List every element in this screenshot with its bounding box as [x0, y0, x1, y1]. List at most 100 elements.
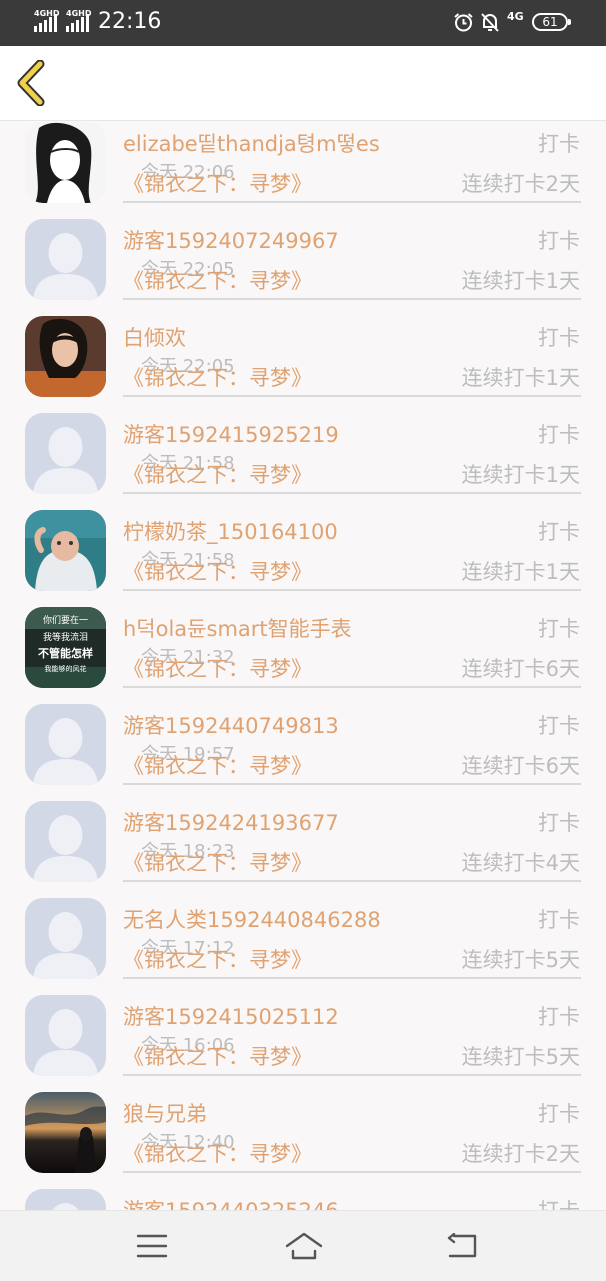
user-name[interactable]: 白倾欢	[123, 322, 235, 352]
checkin-row[interactable]: 游客1592407249967 今天 22:05 打卡 《锦衣之下：寻梦》 连续打卡1天	[0, 217, 606, 314]
checkin-label: 打卡	[538, 229, 580, 253]
svg-text:我能够的风花: 我能够的风花	[45, 664, 87, 673]
checkin-row[interactable]: 你们要在一 我等我流泪 不管能怎样 我能够的风花 h덕ola듄smart智能手表…	[0, 605, 606, 702]
checkin-row[interactable]: 游客1592440325246今天 12:11 打卡	[0, 1187, 606, 1210]
row-divider	[123, 589, 581, 591]
book-title[interactable]: 《锦衣之下：寻梦》	[123, 847, 312, 877]
user-name[interactable]: 柠檬奶茶_150164100	[123, 516, 338, 546]
avatar[interactable]	[25, 510, 106, 591]
avatar[interactable]	[25, 1092, 106, 1173]
book-title[interactable]: 《锦衣之下：寻梦》	[123, 653, 312, 683]
row-divider	[123, 783, 581, 785]
book-title[interactable]: 《锦衣之下：寻梦》	[123, 556, 312, 586]
status-bar: 4GHD 4GHD 22:16 4G 61	[0, 0, 606, 46]
checkin-row[interactable]: 白倾欢 今天 22:05 打卡 《锦衣之下：寻梦》 连续打卡1天	[0, 314, 606, 411]
checkin-label: 打卡	[538, 908, 580, 932]
svg-text:你们要在一: 你们要在一	[43, 614, 88, 626]
checkin-label: 打卡	[538, 1102, 580, 1126]
checkin-label: 打卡	[538, 423, 580, 447]
avatar[interactable]	[25, 122, 106, 203]
streak-count: 连续打卡4天	[461, 851, 580, 875]
back-icon[interactable]	[446, 1233, 478, 1259]
checkin-label: 打卡	[538, 1005, 580, 1029]
user-name[interactable]: 游客1592440749813	[123, 710, 339, 740]
avatar[interactable]	[25, 316, 106, 397]
book-title[interactable]: 《锦衣之下：寻梦》	[123, 459, 312, 489]
user-name[interactable]: 游客1592415925219	[123, 419, 339, 449]
checkin-label: 打卡	[538, 326, 580, 350]
row-divider	[123, 977, 581, 979]
row-divider	[123, 298, 581, 300]
row-heading: 游客1592440325246今天 12:11	[123, 1195, 339, 1210]
checkin-list[interactable]: elizabe띹thandja텽m떻es 今天 22:06 打卡 《锦衣之下：寻梦》连…	[0, 120, 606, 1210]
top-navbar	[0, 46, 606, 121]
streak-count: 连续打卡5天	[461, 948, 580, 972]
avatar[interactable]	[25, 1189, 106, 1210]
alarm-icon	[454, 13, 473, 32]
user-name[interactable]: 游客1592424193677	[123, 807, 339, 837]
clock: 22:16	[98, 9, 162, 34]
signal-strength-icon: 4GHD	[66, 9, 91, 32]
avatar[interactable]	[25, 413, 106, 494]
row-divider	[123, 492, 581, 494]
system-nav-bar	[0, 1210, 606, 1281]
avatar[interactable]	[25, 704, 106, 785]
row-divider	[123, 395, 581, 397]
checkin-row[interactable]: 游客1592415925219 今天 21:58 打卡 《锦衣之下：寻梦》 连续打卡1天	[0, 411, 606, 508]
row-divider	[123, 880, 581, 882]
user-name[interactable]: 狼与兄弟	[123, 1098, 235, 1128]
streak-count: 连续打卡6天	[461, 754, 580, 778]
svg-text:不管能怎样: 不管能怎样	[38, 646, 93, 660]
user-name[interactable]: h덕ola듄smart智能手表	[123, 613, 352, 643]
row-divider	[123, 686, 581, 688]
network-type: 4G	[507, 10, 524, 23]
checkin-row[interactable]: elizabe띹thandja텽m떻es 今天 22:06 打卡 《锦衣之下：寻梦》连…	[0, 120, 606, 217]
book-title[interactable]: 《锦衣之下：寻梦》	[123, 944, 312, 974]
streak-count: 连续打卡2天	[461, 1142, 580, 1166]
checkin-label: 打卡	[538, 520, 580, 544]
user-name[interactable]: 游客1592407249967	[123, 225, 339, 255]
user-name[interactable]: 游客1592415025112	[123, 1001, 339, 1031]
user-name[interactable]: 无名人类1592440846288	[123, 904, 381, 934]
user-name[interactable]: elizabe띹thandja텽m떻es	[123, 128, 380, 158]
checkin-row[interactable]: 无名人类1592440846288 今天 17:12 打卡 《锦衣之下：寻梦》 连续打卡…	[0, 896, 606, 993]
book-title[interactable]: 《锦衣之下：寻梦》	[123, 362, 312, 392]
streak-count: 连续打卡1天	[461, 463, 580, 487]
avatar[interactable]	[25, 801, 106, 882]
checkin-label: 打卡	[538, 1195, 580, 1210]
checkin-row[interactable]: 游客1592440749813 今天 19:57 打卡 《锦衣之下：寻梦》 连续打卡6天	[0, 702, 606, 799]
streak-count: 连续打卡1天	[461, 366, 580, 390]
streak-count: 连续打卡5天	[461, 1045, 580, 1069]
battery-indicator: 61	[532, 13, 571, 31]
row-divider	[123, 1171, 581, 1173]
checkin-row[interactable]: 狼与兄弟 今天 12:40 打卡 《锦衣之下：寻梦》 连续打卡2天	[0, 1090, 606, 1187]
book-title[interactable]: 《锦衣之下：寻梦》	[123, 750, 312, 780]
streak-count: 连续打卡1天	[461, 560, 580, 584]
avatar[interactable]	[25, 898, 106, 979]
home-icon[interactable]	[284, 1231, 324, 1261]
book-title[interactable]: 《锦衣之下：寻梦》	[123, 265, 312, 295]
streak-count: 连续打卡2天	[461, 172, 580, 196]
svg-text:我等我流泪: 我等我流泪	[43, 631, 88, 643]
checkin-label: 打卡	[538, 617, 580, 641]
checkin-row[interactable]: 游客1592415025112 今天 16:06 打卡 《锦衣之下：寻梦》 连续打卡5天	[0, 993, 606, 1090]
signal-strength-icon: 4GHD	[34, 9, 59, 32]
row-divider	[123, 1074, 581, 1076]
book-title[interactable]: 《锦衣之下：寻梦》	[123, 1041, 312, 1071]
checkin-label: 打卡	[538, 714, 580, 738]
checkin-row[interactable]: 游客1592424193677 今天 18:23 打卡 《锦衣之下：寻梦》 连续打卡4天	[0, 799, 606, 896]
book-title[interactable]: 《锦衣之下：寻梦》	[123, 1138, 312, 1168]
checkin-label: 打卡	[538, 811, 580, 835]
avatar[interactable]: 你们要在一 我等我流泪 不管能怎样 我能够的风花	[25, 607, 106, 688]
streak-count: 连续打卡6天	[461, 657, 580, 681]
mute-bell-icon	[481, 13, 499, 32]
user-name[interactable]: 游客1592440325246	[123, 1195, 339, 1210]
chevron-left-icon[interactable]	[12, 60, 52, 106]
checkin-label: 打卡	[538, 132, 580, 156]
avatar[interactable]	[25, 995, 106, 1076]
menu-icon[interactable]	[136, 1233, 168, 1259]
checkin-row[interactable]: 柠檬奶茶_150164100 今天 21:58 打卡 《锦衣之下：寻梦》 连续打卡1天	[0, 508, 606, 605]
avatar[interactable]	[25, 219, 106, 300]
row-divider	[123, 201, 581, 203]
book-title[interactable]: 《锦衣之下：寻梦》	[123, 168, 312, 198]
